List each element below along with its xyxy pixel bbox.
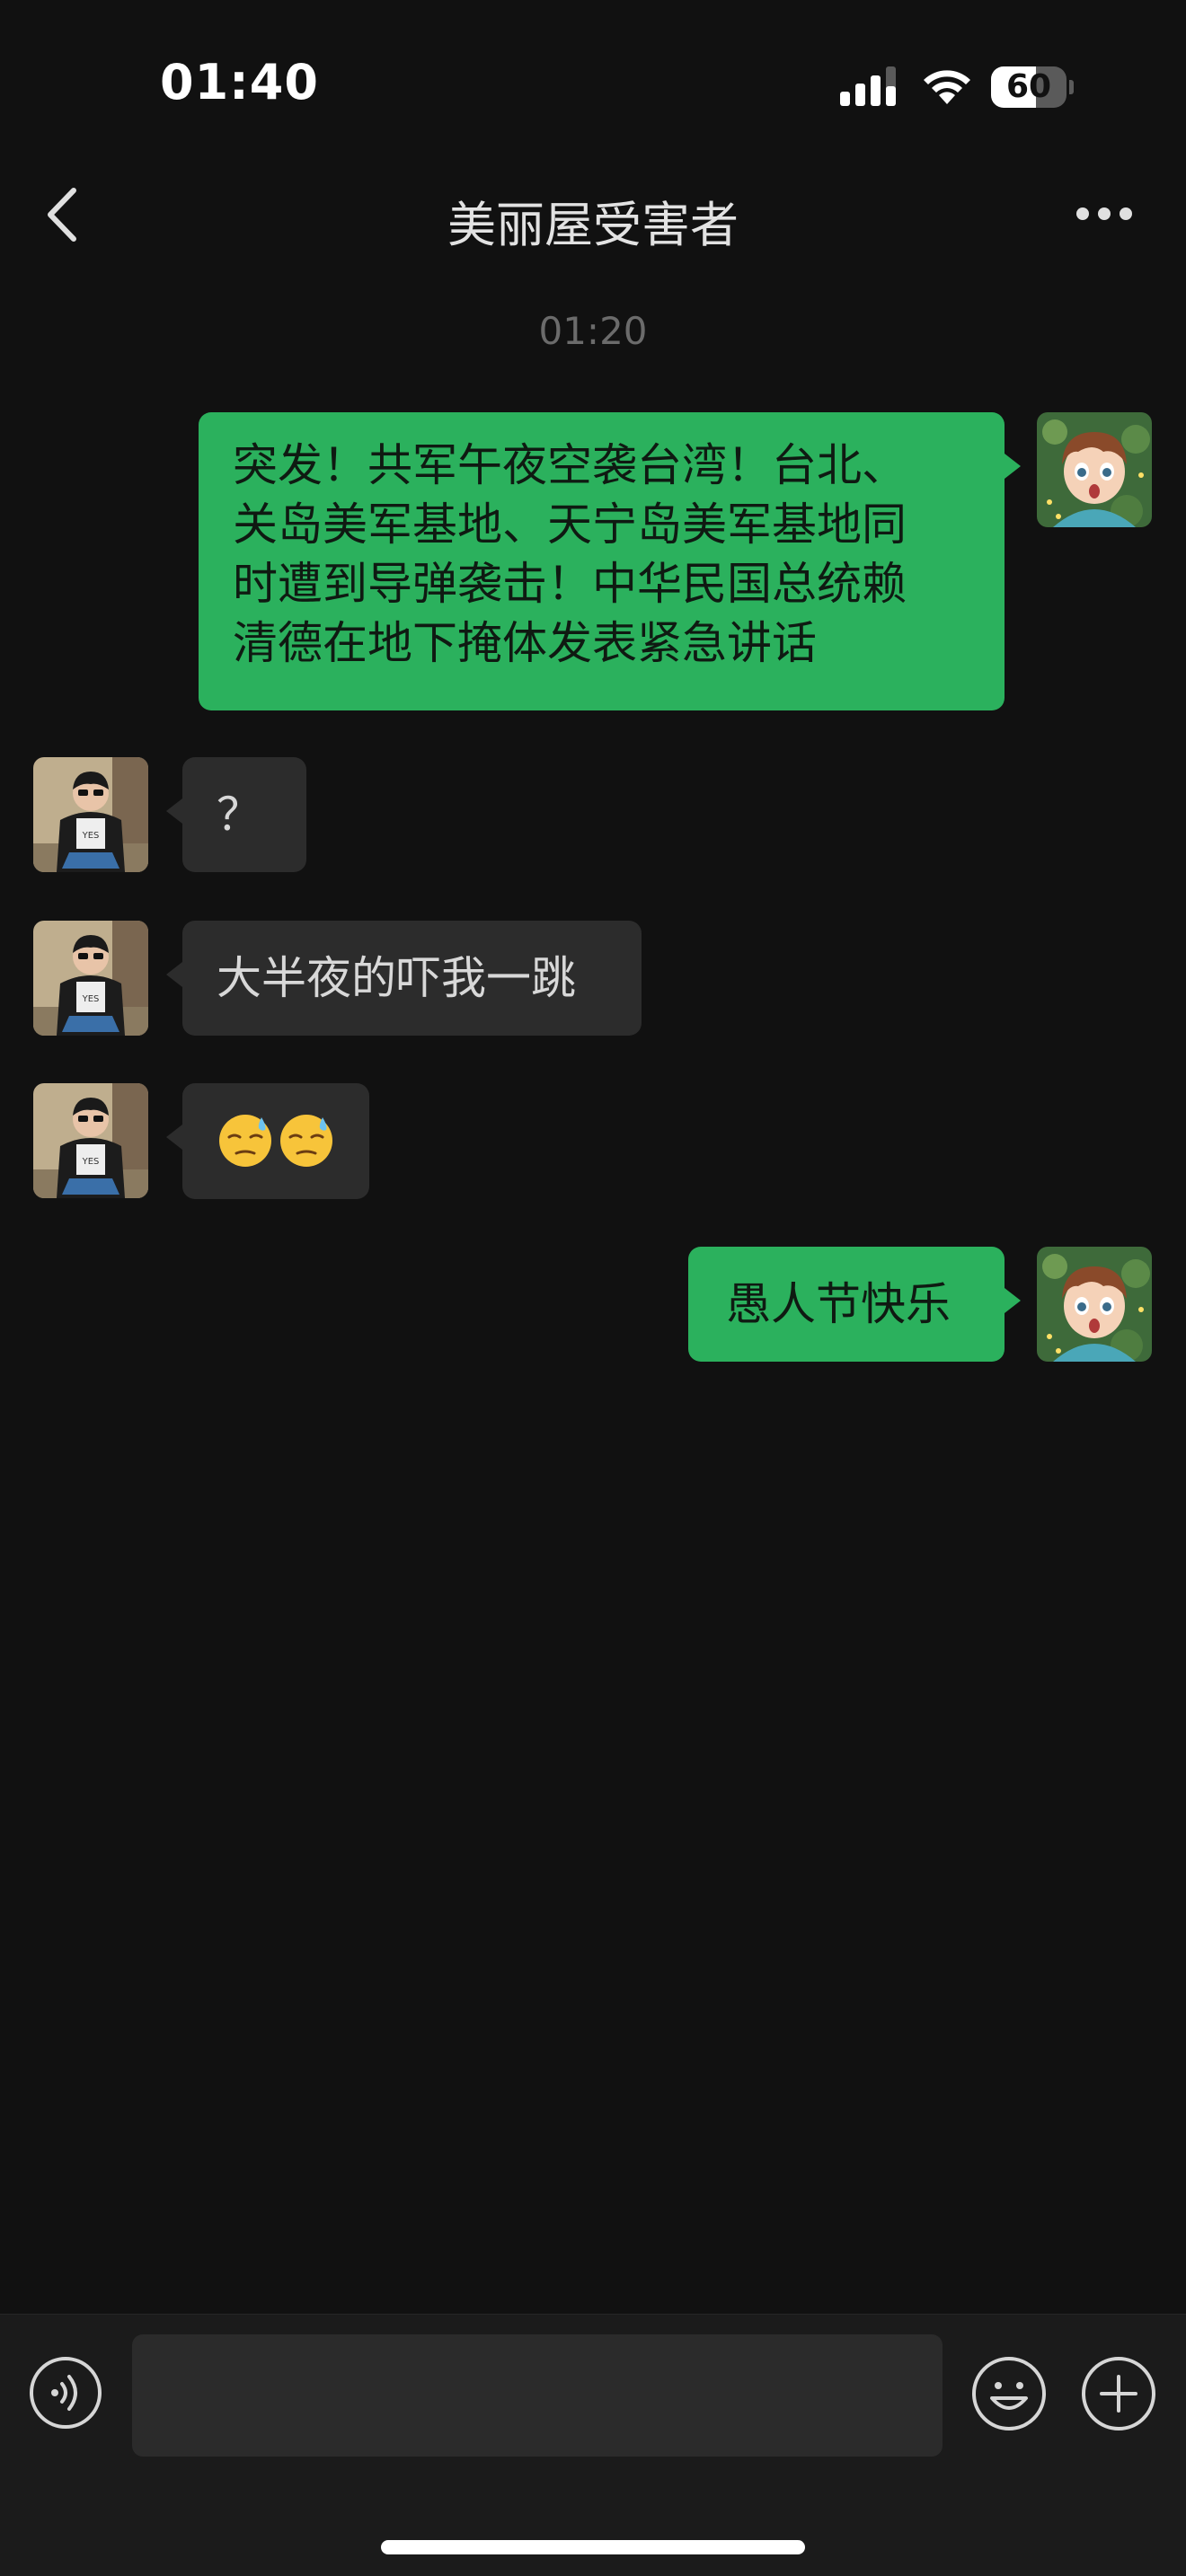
battery-level: 60 — [1005, 68, 1052, 105]
contact-photo-image: YES — [33, 1083, 148, 1198]
outgoing-message-bubble[interactable]: 突发！共军午夜空袭台湾！台北、 关岛美军基地、天宁岛美军基地同 时遭到导弹袭击！… — [199, 412, 1021, 710]
home-indicator[interactable] — [381, 2540, 805, 2554]
contact-photo-image: YES — [33, 757, 148, 872]
message-text-line: 时遭到导弹袭击！中华民国总统赖 — [233, 558, 907, 610]
plus-icon[interactable] — [1080, 2355, 1157, 2432]
contact-avatar[interactable]: YES — [33, 1083, 148, 1198]
message-text: 大半夜的吓我一跳 — [217, 952, 576, 1004]
downcast-face-with-sweat-icon — [280, 1115, 332, 1167]
message-text: ？ — [217, 789, 261, 841]
cellular-signal-icon — [840, 66, 896, 106]
my-avatar[interactable] — [1037, 412, 1152, 527]
battery-indicator: 60 — [991, 66, 1074, 108]
emoji-message — [217, 1112, 335, 1169]
input-bar — [0, 2314, 1186, 2576]
outgoing-message-bubble[interactable]: 愚人节快乐 — [688, 1247, 1021, 1362]
message-timestamp: 01:20 — [538, 309, 648, 353]
incoming-message-bubble[interactable]: 😓😓 — [166, 1083, 369, 1199]
contact-avatar[interactable]: YES — [33, 921, 148, 1036]
incoming-message-bubble[interactable]: 大半夜的吓我一跳 — [166, 921, 642, 1036]
contact-photo-image: YES — [33, 921, 148, 1036]
more-dots-icon[interactable] — [1075, 194, 1134, 234]
svg-text:YES: YES — [82, 994, 100, 1004]
chat-title: 美丽屋受害者 — [447, 197, 739, 253]
svg-text:YES: YES — [82, 1157, 100, 1167]
message-input[interactable] — [132, 2334, 943, 2457]
status-time: 01:40 — [160, 54, 319, 110]
anime-boy-avatar-image — [1037, 412, 1152, 527]
contact-avatar[interactable]: YES — [33, 757, 148, 872]
message-text-line: 关岛美军基地、天宁岛美军基地同 — [233, 498, 907, 551]
nav-bar: 美丽屋受害者 — [0, 171, 1186, 260]
message-text: 愚人节快乐 — [726, 1278, 951, 1330]
chat-screen: 01:40 60 美丽屋受害者 01:20 突发！共军午夜空袭台湾！台北、 关岛… — [0, 0, 1186, 2576]
incoming-message-bubble[interactable]: ？ — [166, 757, 306, 872]
message-text-line: 清德在地下掩体发表紧急讲话 — [233, 617, 817, 669]
svg-text:YES: YES — [82, 831, 100, 841]
smiley-icon[interactable] — [970, 2355, 1048, 2432]
voice-icon[interactable] — [28, 2355, 103, 2430]
status-bar: 01:40 60 — [0, 0, 1186, 171]
message-text-line: 突发！共军午夜空袭台湾！台北、 — [233, 439, 907, 491]
anime-boy-avatar-image — [1037, 1247, 1152, 1362]
downcast-face-with-sweat-icon — [219, 1115, 271, 1167]
wifi-icon — [924, 70, 970, 104]
my-avatar[interactable] — [1037, 1247, 1152, 1362]
